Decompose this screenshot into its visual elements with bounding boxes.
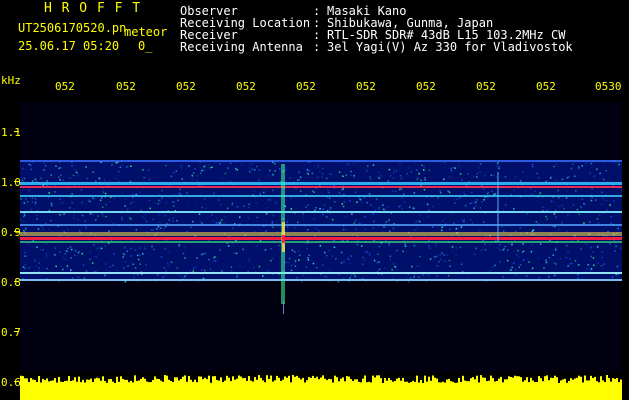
time-tick: 052	[296, 80, 316, 93]
unit-label: kHz	[1, 74, 21, 87]
noise-bars	[20, 375, 622, 400]
mode-label: meteor	[124, 25, 168, 39]
antenna-label: Receiving Antenna	[180, 40, 303, 54]
freq-tick-mark	[14, 131, 19, 132]
freq-tick-mark	[14, 381, 19, 382]
date-time: 25.06.17 05:20	[18, 39, 120, 53]
freq-tick: 1.0	[1, 176, 21, 189]
time-tick: 052	[416, 80, 436, 93]
spectrogram	[20, 102, 622, 372]
freq-tick: 0.7	[1, 326, 21, 339]
time-tick: 052	[356, 80, 376, 93]
freq-tick: 1.1	[1, 126, 21, 139]
freq-tick: 0.9	[1, 226, 21, 239]
time-tick: 052	[476, 80, 496, 93]
freq-tick-mark	[14, 281, 19, 282]
file-name: UT2506170520.pn	[18, 21, 127, 35]
freq-tick-mark	[14, 331, 19, 332]
freq-tick: 0.8	[1, 276, 21, 289]
antenna-value: 3el Yagi(V) Az 330 for Vladivostok	[327, 40, 573, 54]
time-tick: 052	[236, 80, 256, 93]
time-tick: 0530	[595, 80, 622, 93]
counter: 0_	[138, 39, 153, 53]
signal-band	[20, 160, 622, 281]
signal-level-strip	[20, 375, 622, 400]
app-title: H R O F F T	[44, 1, 142, 16]
time-tick: 052	[116, 80, 136, 93]
time-tick: 052	[55, 80, 75, 93]
freq-tick: 0.6	[1, 376, 21, 389]
time-tick: 052	[536, 80, 556, 93]
time-tick: 052	[176, 80, 196, 93]
freq-tick-mark	[14, 181, 19, 182]
antenna-sep: :	[313, 40, 321, 54]
freq-tick-mark	[14, 231, 19, 232]
